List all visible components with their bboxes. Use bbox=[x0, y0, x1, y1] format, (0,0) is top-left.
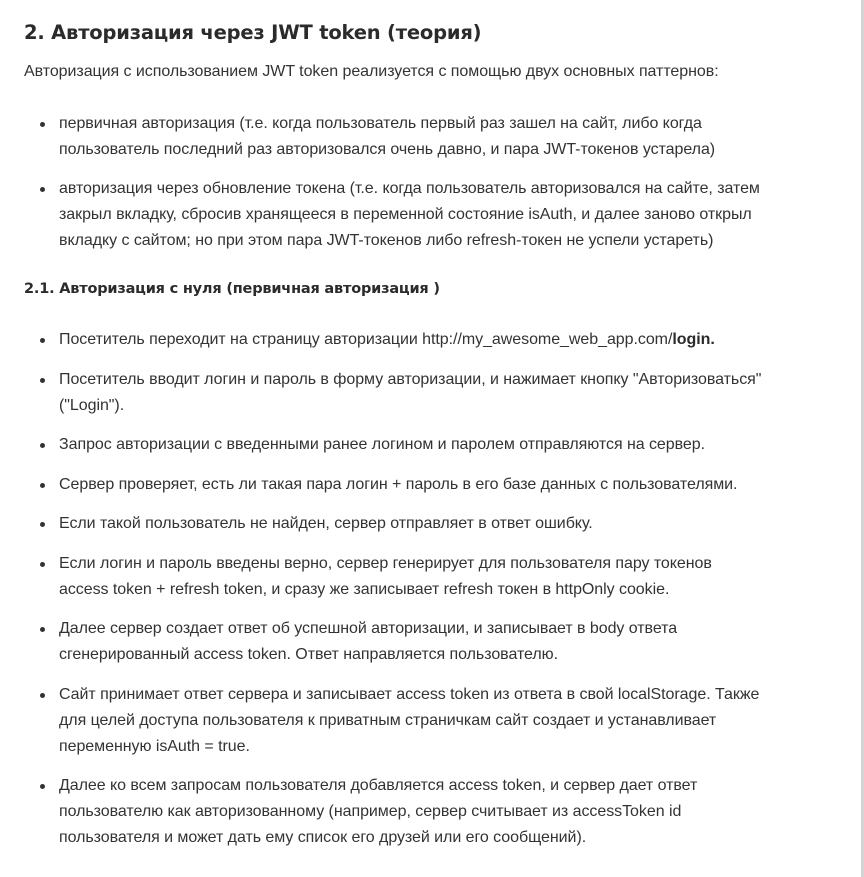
article-content: 2. Авторизация через JWT token (теория) … bbox=[24, 0, 844, 851]
list-item: Посетитель переходит на страницу авториз… bbox=[40, 327, 844, 353]
list-item: Посетитель вводит логин и пароль в форму… bbox=[40, 367, 844, 419]
steps-list: Посетитель переходит на страницу авториз… bbox=[24, 327, 844, 851]
list-item: Если логин и пароль введены верно, серве… bbox=[40, 551, 844, 603]
list-item: Если такой пользователь не найден, серве… bbox=[40, 511, 844, 537]
patterns-list: первичная авторизация (т.е. когда пользо… bbox=[24, 111, 844, 254]
subsection-heading: 2.1. Авторизация с нуля (первичная автор… bbox=[24, 281, 440, 297]
list-item: первичная авторизация (т.е. когда пользо… bbox=[40, 111, 844, 163]
list-item: авторизация через обновление токена (т.е… bbox=[40, 176, 844, 254]
login-path: login. bbox=[672, 331, 715, 348]
intro-paragraph: Авторизация с использованием JWT token р… bbox=[24, 63, 719, 80]
list-item: Сайт принимает ответ сервера и записывае… bbox=[40, 682, 844, 760]
list-item: Далее сервер создает ответ об успешной а… bbox=[40, 616, 844, 668]
list-item: Далее ко всем запросам пользователя доба… bbox=[40, 773, 844, 851]
list-item: Сервер проверяет, есть ли такая пара лог… bbox=[40, 472, 844, 498]
section-heading: 2. Авторизация через JWT token (теория) bbox=[24, 21, 482, 44]
list-item: Запрос авторизации с введенными ранее ло… bbox=[40, 432, 844, 458]
